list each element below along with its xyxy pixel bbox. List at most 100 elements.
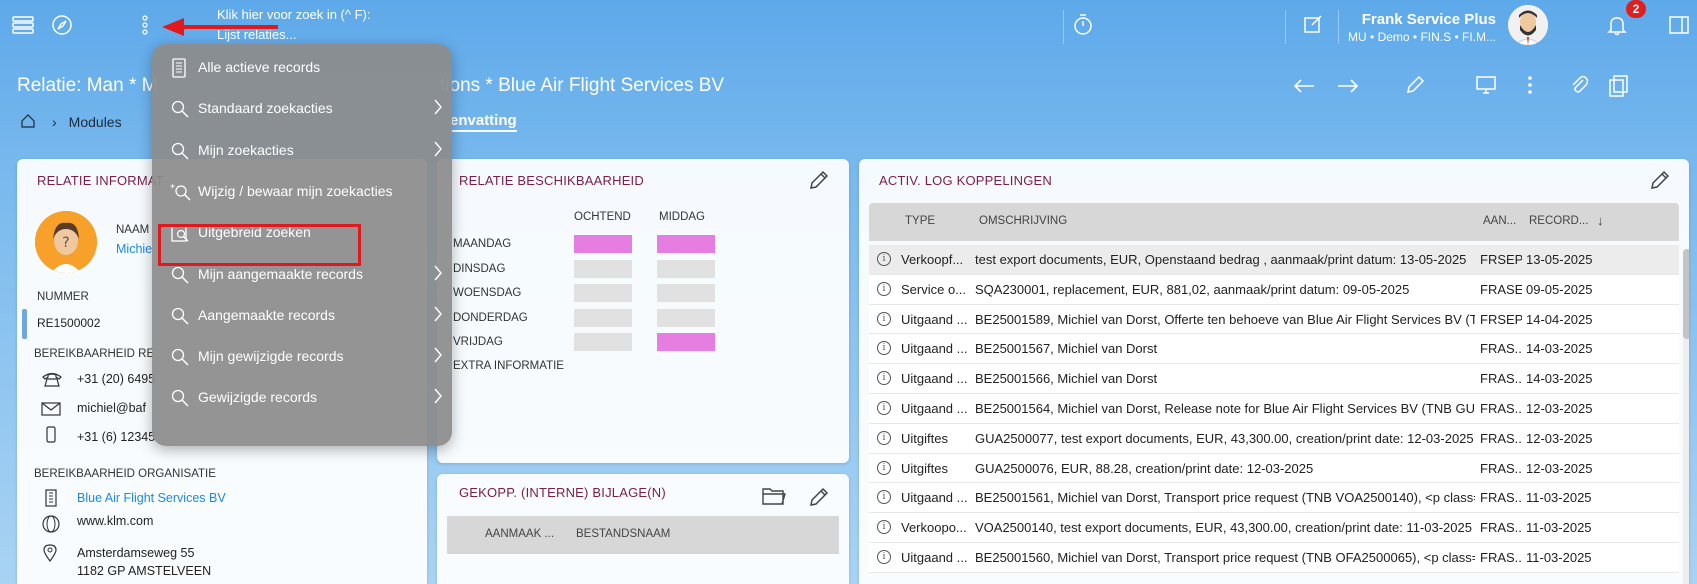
phone-value[interactable]: +31 (20) 6495 — [77, 372, 155, 386]
scrollbar[interactable] — [1683, 249, 1689, 584]
menu-item-label: Aangemaakte records — [198, 306, 335, 323]
chevron-right-icon — [433, 264, 443, 285]
info-icon[interactable]: i — [877, 311, 891, 326]
website-value[interactable]: www.klm.com — [77, 514, 153, 528]
user-avatar[interactable] — [1508, 5, 1548, 45]
info-icon[interactable]: i — [877, 430, 891, 445]
documents-icon[interactable] — [1608, 74, 1630, 101]
cell-record: 12-03-2025 — [1526, 400, 1593, 416]
slot-middag[interactable] — [657, 259, 715, 278]
info-icon[interactable]: i — [877, 252, 891, 266]
user-name[interactable]: Frank Service Plus — [1300, 11, 1496, 28]
menu-item-label: Mijn aangemaakte records — [198, 265, 363, 282]
menu-item[interactable]: Gewijzigde records — [152, 376, 452, 420]
menu-item[interactable]: Aangemaakte records — [152, 294, 452, 338]
col-omschrijving[interactable]: OMSCHRIJVING — [979, 215, 1067, 227]
info-icon[interactable]: i — [877, 490, 891, 505]
home-icon[interactable] — [20, 113, 38, 131]
table-row[interactable]: i Uitgaand ... BE25001589, Michiel van Dor… — [869, 304, 1679, 335]
menu-item[interactable]: Standaard zoekacties — [152, 87, 452, 131]
cell-type: Uitgaand ... — [901, 311, 968, 327]
slot-ochtend[interactable] — [574, 259, 632, 278]
pencil-icon[interactable] — [1649, 169, 1671, 194]
cell-type: Service o... — [901, 281, 967, 297]
slot-ochtend[interactable] — [574, 333, 632, 352]
search-icon — [170, 388, 190, 408]
col-aanmaak[interactable]: AANMAAK ... — [485, 528, 554, 540]
info-icon[interactable]: i — [877, 460, 891, 475]
user-context: MU • Demo • FIN.S • FI.M... — [1348, 30, 1496, 44]
slot-ochtend[interactable] — [574, 235, 632, 253]
col-bestandsnaam[interactable]: BESTANDSNAAM — [576, 528, 670, 540]
more-vertical-icon[interactable] — [1527, 74, 1533, 99]
folder-icon[interactable] — [762, 486, 786, 509]
menu-item[interactable]: * Wijzig / bewaar mijn zoekacties — [152, 170, 452, 214]
menu-item[interactable]: Alle actieve records — [152, 46, 452, 90]
hamburger-menu-icon[interactable] — [12, 14, 34, 36]
email-value[interactable]: michiel@baf — [77, 401, 146, 415]
cell-type: Uitgaand ... — [901, 490, 968, 506]
beschikbaarheid-panel: RELATIE BESCHIKBAARHEID OCHTEND MIDDAG M… — [437, 159, 849, 463]
col-record[interactable]: RECORD... — [1529, 215, 1588, 227]
menu-item[interactable]: Mijn gewijzigde records — [152, 335, 452, 379]
menu-item[interactable]: Mijn zoekacties — [152, 129, 452, 173]
pencil-icon[interactable] — [808, 169, 830, 194]
panel-title: GEKOPP. (INTERNE) BIJLAGE(N) — [459, 485, 666, 500]
info-icon[interactable]: i — [877, 371, 891, 386]
notifications-bell-icon[interactable] — [1605, 13, 1629, 37]
chevron-right-icon — [433, 346, 443, 367]
bereikbaarheid-organisatie-label: BEREIKBAARHEID ORGANISATIE — [34, 468, 216, 480]
arrow-right-icon[interactable] — [1336, 74, 1360, 101]
cell-record: 09-05-2025 — [1526, 281, 1593, 297]
paperclip-icon[interactable] — [1569, 74, 1589, 99]
col-aan[interactable]: AAN... — [1483, 215, 1516, 227]
breadcrumb-modules[interactable]: Modules — [69, 114, 122, 130]
table-row[interactable]: i Uitgaand ... BE25001561, Michiel van Dor… — [869, 483, 1679, 514]
info-icon[interactable]: i — [877, 549, 891, 564]
table-row[interactable]: i Uitgaand ... BE25001567, Michiel van Dor… — [869, 334, 1679, 365]
table-row[interactable]: i Verkoopo... VOA2500140, test export docu… — [869, 513, 1679, 543]
pencil-icon[interactable] — [1404, 74, 1426, 99]
slot-ochtend[interactable] — [574, 308, 632, 327]
naam-value[interactable]: Michie — [116, 242, 152, 256]
table-row[interactable]: i Uitgaand ... BE25001560, Michiel van Dor… — [869, 542, 1679, 573]
table-row[interactable]: i Service o... SQA230001, replacement, EUR… — [869, 274, 1679, 305]
arrow-left-icon[interactable] — [1292, 74, 1316, 101]
col-type[interactable]: TYPE — [905, 215, 935, 227]
slot-ochtend[interactable] — [574, 284, 632, 303]
monitor-icon[interactable] — [1475, 74, 1497, 99]
notification-badge: 2 — [1626, 0, 1646, 18]
table-row[interactable]: i Verkoopf... test export documents, EUR, … — [869, 245, 1679, 275]
info-icon[interactable]: i — [877, 400, 891, 415]
address-line2: 1182 GP AMSTELVEEN — [77, 564, 212, 578]
slot-middag[interactable] — [657, 235, 715, 253]
slot-middag[interactable] — [657, 333, 715, 352]
tab-samenvatting[interactable]: envatting — [450, 112, 517, 132]
cell-record: 14-03-2025 — [1526, 341, 1593, 357]
divider — [1063, 10, 1064, 44]
slot-middag[interactable] — [657, 284, 715, 303]
info-icon[interactable]: i — [877, 520, 891, 535]
info-icon[interactable]: i — [877, 341, 891, 356]
more-vertical-icon[interactable] — [140, 14, 150, 36]
mobile-value[interactable]: +31 (6) 12345 — [77, 430, 155, 444]
cell-type: Verkoopf... — [901, 252, 964, 267]
table-row[interactable]: i Uitgaand ... BE25001566, Michiel van Dor… — [869, 364, 1679, 394]
timer-icon[interactable] — [1072, 13, 1094, 37]
pencil-icon[interactable] — [808, 486, 830, 511]
slot-middag[interactable] — [657, 308, 715, 327]
log-table-header: TYPE OMSCHRIJVING AAN... RECORD... ↓ — [869, 203, 1679, 241]
cell-omschrijving: BE25001560, Michiel van Dorst, Transport… — [975, 549, 1475, 565]
info-icon[interactable]: i — [877, 281, 891, 296]
table-row[interactable]: i Uitgaand ... BE25001564, Michiel van Dor… — [869, 393, 1679, 424]
organisation-link[interactable]: Blue Air Flight Services BV — [77, 491, 226, 505]
table-row[interactable]: i Uitgiftes GUA2500077, test export docume… — [869, 423, 1679, 454]
compass-icon[interactable] — [51, 14, 73, 36]
sort-down-icon[interactable]: ↓ — [1597, 213, 1604, 228]
day-label: VRIJDAG — [453, 336, 503, 349]
panel-toggle-icon[interactable] — [1668, 14, 1690, 36]
search-icon — [170, 141, 190, 161]
scrollbar-thumb[interactable] — [1683, 249, 1689, 339]
search-icon — [170, 347, 190, 367]
table-row[interactable]: i Uitgiftes GUA2500076, EUR, 88.28, creati… — [869, 453, 1679, 484]
